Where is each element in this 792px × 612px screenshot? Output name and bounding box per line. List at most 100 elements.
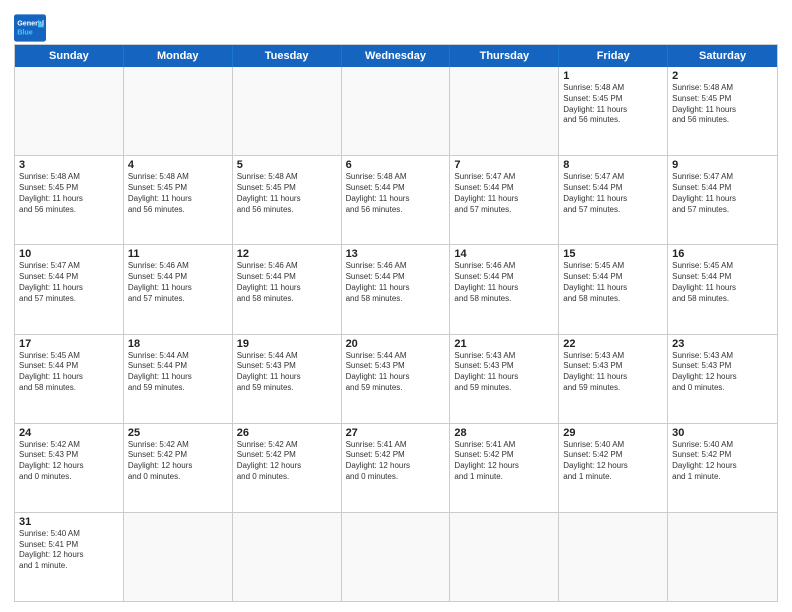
day-info: Sunrise: 5:42 AM Sunset: 5:43 PM Dayligh… bbox=[19, 440, 119, 483]
day-info: Sunrise: 5:48 AM Sunset: 5:44 PM Dayligh… bbox=[346, 172, 446, 215]
calendar-cell-3-3: 20Sunrise: 5:44 AM Sunset: 5:43 PM Dayli… bbox=[342, 335, 451, 423]
svg-text:Blue: Blue bbox=[17, 27, 33, 36]
page: General Blue SundayMondayTuesdayWednesda… bbox=[0, 0, 792, 612]
day-info: Sunrise: 5:46 AM Sunset: 5:44 PM Dayligh… bbox=[128, 261, 228, 304]
calendar-cell-2-6: 16Sunrise: 5:45 AM Sunset: 5:44 PM Dayli… bbox=[668, 245, 777, 333]
day-info: Sunrise: 5:45 AM Sunset: 5:44 PM Dayligh… bbox=[563, 261, 663, 304]
day-number: 20 bbox=[346, 338, 446, 350]
day-number: 13 bbox=[346, 248, 446, 260]
calendar-cell-0-4 bbox=[450, 67, 559, 155]
calendar-row-3: 17Sunrise: 5:45 AM Sunset: 5:44 PM Dayli… bbox=[15, 335, 777, 424]
day-info: Sunrise: 5:43 AM Sunset: 5:43 PM Dayligh… bbox=[563, 351, 663, 394]
day-info: Sunrise: 5:41 AM Sunset: 5:42 PM Dayligh… bbox=[346, 440, 446, 483]
general-blue-icon: General Blue bbox=[14, 14, 46, 42]
day-info: Sunrise: 5:48 AM Sunset: 5:45 PM Dayligh… bbox=[672, 83, 773, 126]
calendar-cell-3-6: 23Sunrise: 5:43 AM Sunset: 5:43 PM Dayli… bbox=[668, 335, 777, 423]
calendar-cell-1-6: 9Sunrise: 5:47 AM Sunset: 5:44 PM Daylig… bbox=[668, 156, 777, 244]
day-info: Sunrise: 5:40 AM Sunset: 5:42 PM Dayligh… bbox=[672, 440, 773, 483]
day-info: Sunrise: 5:42 AM Sunset: 5:42 PM Dayligh… bbox=[237, 440, 337, 483]
day-info: Sunrise: 5:48 AM Sunset: 5:45 PM Dayligh… bbox=[19, 172, 119, 215]
day-number: 27 bbox=[346, 427, 446, 439]
calendar-cell-4-2: 26Sunrise: 5:42 AM Sunset: 5:42 PM Dayli… bbox=[233, 424, 342, 512]
calendar-cell-3-5: 22Sunrise: 5:43 AM Sunset: 5:43 PM Dayli… bbox=[559, 335, 668, 423]
weekday-header-friday: Friday bbox=[559, 45, 668, 67]
day-info: Sunrise: 5:42 AM Sunset: 5:42 PM Dayligh… bbox=[128, 440, 228, 483]
day-number: 15 bbox=[563, 248, 663, 260]
day-info: Sunrise: 5:48 AM Sunset: 5:45 PM Dayligh… bbox=[563, 83, 663, 126]
day-number: 4 bbox=[128, 159, 228, 171]
day-number: 11 bbox=[128, 248, 228, 260]
day-info: Sunrise: 5:43 AM Sunset: 5:43 PM Dayligh… bbox=[454, 351, 554, 394]
calendar-cell-4-1: 25Sunrise: 5:42 AM Sunset: 5:42 PM Dayli… bbox=[124, 424, 233, 512]
day-info: Sunrise: 5:47 AM Sunset: 5:44 PM Dayligh… bbox=[454, 172, 554, 215]
calendar-cell-5-1 bbox=[124, 513, 233, 601]
calendar-cell-1-2: 5Sunrise: 5:48 AM Sunset: 5:45 PM Daylig… bbox=[233, 156, 342, 244]
weekday-header-monday: Monday bbox=[124, 45, 233, 67]
calendar-cell-5-2 bbox=[233, 513, 342, 601]
day-number: 8 bbox=[563, 159, 663, 171]
calendar-row-2: 10Sunrise: 5:47 AM Sunset: 5:44 PM Dayli… bbox=[15, 245, 777, 334]
day-number: 22 bbox=[563, 338, 663, 350]
day-number: 1 bbox=[563, 70, 663, 82]
day-info: Sunrise: 5:45 AM Sunset: 5:44 PM Dayligh… bbox=[672, 261, 773, 304]
day-number: 19 bbox=[237, 338, 337, 350]
calendar-row-4: 24Sunrise: 5:42 AM Sunset: 5:43 PM Dayli… bbox=[15, 424, 777, 513]
day-number: 12 bbox=[237, 248, 337, 260]
calendar-cell-2-4: 14Sunrise: 5:46 AM Sunset: 5:44 PM Dayli… bbox=[450, 245, 559, 333]
calendar-row-5: 31Sunrise: 5:40 AM Sunset: 5:41 PM Dayli… bbox=[15, 513, 777, 601]
calendar-cell-2-3: 13Sunrise: 5:46 AM Sunset: 5:44 PM Dayli… bbox=[342, 245, 451, 333]
day-info: Sunrise: 5:41 AM Sunset: 5:42 PM Dayligh… bbox=[454, 440, 554, 483]
calendar-cell-0-1 bbox=[124, 67, 233, 155]
calendar-cell-3-4: 21Sunrise: 5:43 AM Sunset: 5:43 PM Dayli… bbox=[450, 335, 559, 423]
day-number: 23 bbox=[672, 338, 773, 350]
weekday-header-wednesday: Wednesday bbox=[342, 45, 451, 67]
calendar-cell-3-1: 18Sunrise: 5:44 AM Sunset: 5:44 PM Dayli… bbox=[124, 335, 233, 423]
header: General Blue bbox=[14, 10, 778, 42]
day-number: 17 bbox=[19, 338, 119, 350]
day-number: 10 bbox=[19, 248, 119, 260]
day-info: Sunrise: 5:47 AM Sunset: 5:44 PM Dayligh… bbox=[672, 172, 773, 215]
calendar-header: SundayMondayTuesdayWednesdayThursdayFrid… bbox=[15, 45, 777, 67]
day-number: 29 bbox=[563, 427, 663, 439]
day-info: Sunrise: 5:48 AM Sunset: 5:45 PM Dayligh… bbox=[128, 172, 228, 215]
calendar-cell-0-2 bbox=[233, 67, 342, 155]
calendar-cell-1-4: 7Sunrise: 5:47 AM Sunset: 5:44 PM Daylig… bbox=[450, 156, 559, 244]
day-info: Sunrise: 5:47 AM Sunset: 5:44 PM Dayligh… bbox=[563, 172, 663, 215]
weekday-header-sunday: Sunday bbox=[15, 45, 124, 67]
day-info: Sunrise: 5:43 AM Sunset: 5:43 PM Dayligh… bbox=[672, 351, 773, 394]
calendar-cell-0-3 bbox=[342, 67, 451, 155]
day-number: 18 bbox=[128, 338, 228, 350]
day-info: Sunrise: 5:46 AM Sunset: 5:44 PM Dayligh… bbox=[237, 261, 337, 304]
calendar-cell-3-0: 17Sunrise: 5:45 AM Sunset: 5:44 PM Dayli… bbox=[15, 335, 124, 423]
calendar-cell-1-3: 6Sunrise: 5:48 AM Sunset: 5:44 PM Daylig… bbox=[342, 156, 451, 244]
day-number: 24 bbox=[19, 427, 119, 439]
calendar-cell-0-6: 2Sunrise: 5:48 AM Sunset: 5:45 PM Daylig… bbox=[668, 67, 777, 155]
day-number: 5 bbox=[237, 159, 337, 171]
calendar-cell-1-1: 4Sunrise: 5:48 AM Sunset: 5:45 PM Daylig… bbox=[124, 156, 233, 244]
calendar-cell-1-5: 8Sunrise: 5:47 AM Sunset: 5:44 PM Daylig… bbox=[559, 156, 668, 244]
calendar-row-1: 3Sunrise: 5:48 AM Sunset: 5:45 PM Daylig… bbox=[15, 156, 777, 245]
day-number: 28 bbox=[454, 427, 554, 439]
weekday-header-tuesday: Tuesday bbox=[233, 45, 342, 67]
day-number: 14 bbox=[454, 248, 554, 260]
day-number: 6 bbox=[346, 159, 446, 171]
calendar-cell-2-1: 11Sunrise: 5:46 AM Sunset: 5:44 PM Dayli… bbox=[124, 245, 233, 333]
day-info: Sunrise: 5:46 AM Sunset: 5:44 PM Dayligh… bbox=[346, 261, 446, 304]
weekday-header-thursday: Thursday bbox=[450, 45, 559, 67]
calendar-cell-5-5 bbox=[559, 513, 668, 601]
calendar-cell-2-2: 12Sunrise: 5:46 AM Sunset: 5:44 PM Dayli… bbox=[233, 245, 342, 333]
calendar-cell-4-0: 24Sunrise: 5:42 AM Sunset: 5:43 PM Dayli… bbox=[15, 424, 124, 512]
calendar-cell-5-4 bbox=[450, 513, 559, 601]
calendar: SundayMondayTuesdayWednesdayThursdayFrid… bbox=[14, 44, 778, 602]
day-info: Sunrise: 5:46 AM Sunset: 5:44 PM Dayligh… bbox=[454, 261, 554, 304]
day-info: Sunrise: 5:40 AM Sunset: 5:41 PM Dayligh… bbox=[19, 529, 119, 572]
calendar-cell-5-3 bbox=[342, 513, 451, 601]
calendar-cell-2-0: 10Sunrise: 5:47 AM Sunset: 5:44 PM Dayli… bbox=[15, 245, 124, 333]
calendar-cell-2-5: 15Sunrise: 5:45 AM Sunset: 5:44 PM Dayli… bbox=[559, 245, 668, 333]
day-info: Sunrise: 5:47 AM Sunset: 5:44 PM Dayligh… bbox=[19, 261, 119, 304]
day-info: Sunrise: 5:48 AM Sunset: 5:45 PM Dayligh… bbox=[237, 172, 337, 215]
day-info: Sunrise: 5:44 AM Sunset: 5:43 PM Dayligh… bbox=[346, 351, 446, 394]
day-info: Sunrise: 5:45 AM Sunset: 5:44 PM Dayligh… bbox=[19, 351, 119, 394]
logo: General Blue bbox=[14, 14, 46, 42]
calendar-cell-5-0: 31Sunrise: 5:40 AM Sunset: 5:41 PM Dayli… bbox=[15, 513, 124, 601]
